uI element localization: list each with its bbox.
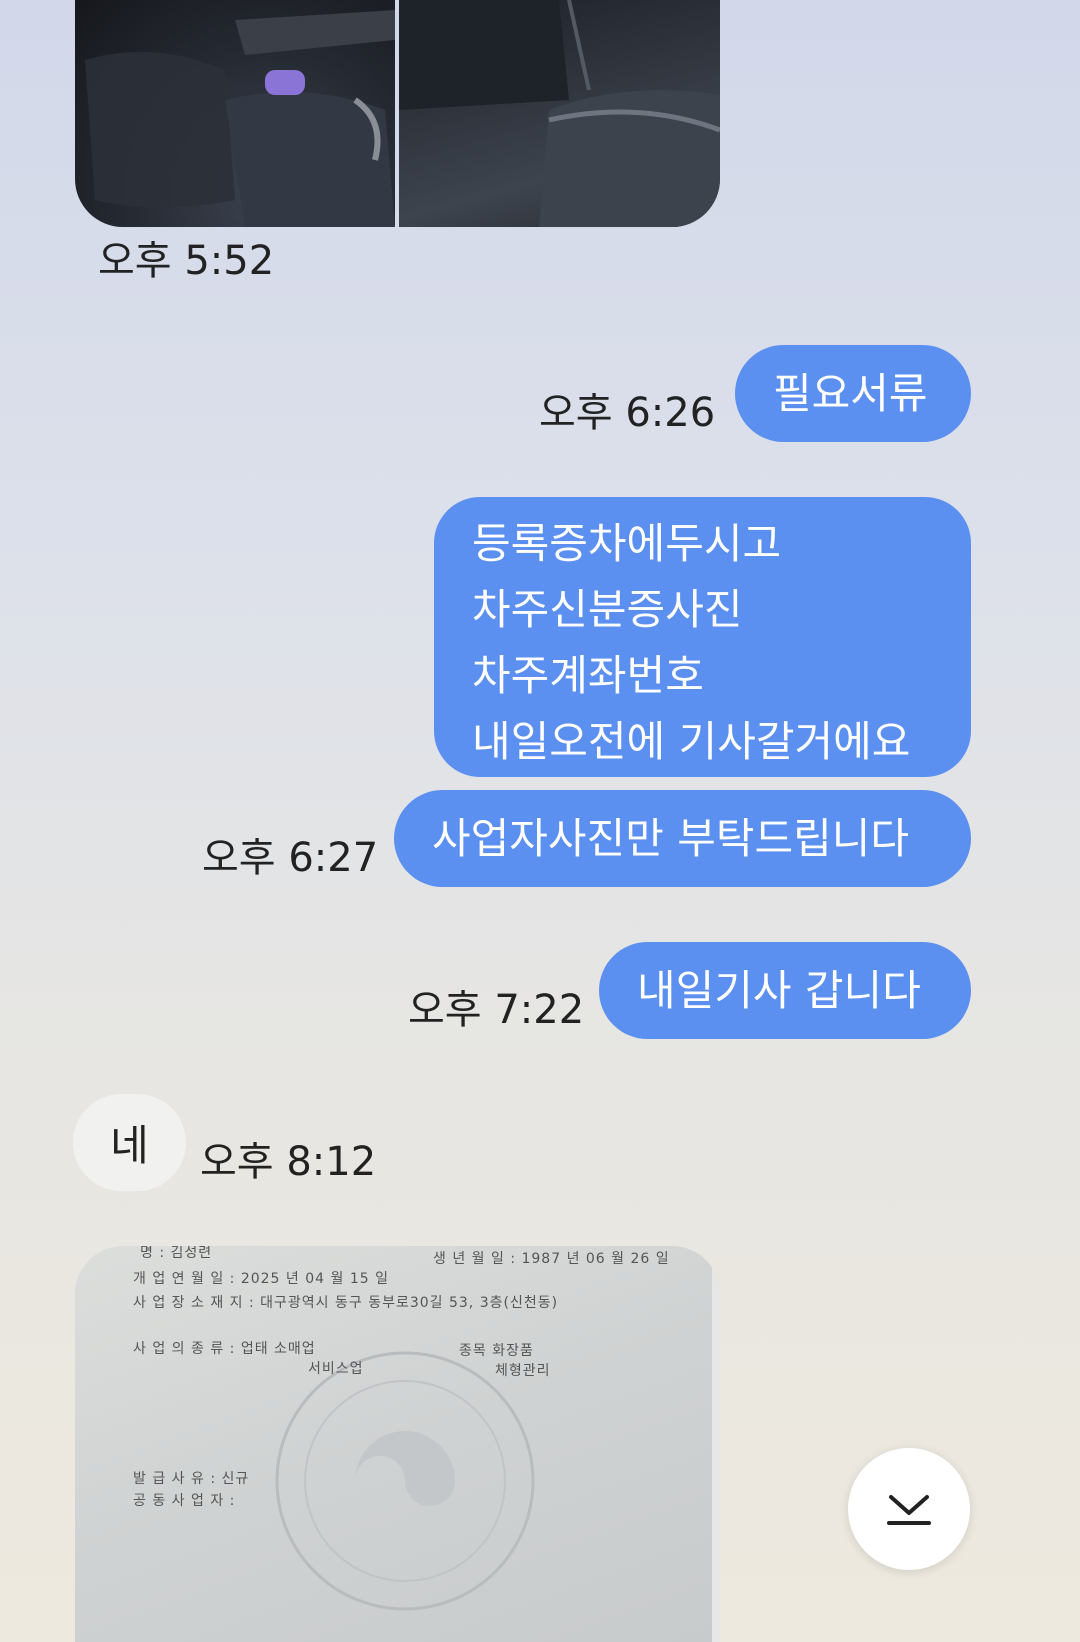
- timestamp: 오후 5:52: [98, 238, 275, 284]
- outgoing-message-bubble[interactable]: 필요서류: [735, 345, 971, 442]
- message-line: 차주계좌번호: [472, 651, 704, 700]
- message-line: 등록증차에두시고: [472, 519, 782, 568]
- outgoing-message-bubble[interactable]: 내일기사 갑니다: [599, 942, 971, 1039]
- document-edge: [712, 1246, 720, 1642]
- document-text: 생 년 월 일 : 1987 년 06 월 26 일: [433, 1251, 670, 1267]
- document-text: 발 급 사 유 : 신규: [133, 1471, 250, 1487]
- chevron-down-icon: [887, 1495, 931, 1525]
- message-line: 차주신분증사진: [472, 585, 743, 634]
- photo-car-seat-2[interactable]: [399, 0, 720, 227]
- photo-business-registration[interactable]: 명 : 김성련 생 년 월 일 : 1987 년 06 월 26 일 개 업 연…: [75, 1246, 720, 1642]
- timestamp: 오후 7:22: [408, 987, 585, 1033]
- document-text: 공 동 사 업 자 :: [133, 1493, 236, 1509]
- car-seat-image-2: [399, 0, 720, 227]
- document-text: 사 업 장 소 재 지 : 대구광역시 동구 동부로30길 53, 3층(신천동…: [133, 1295, 559, 1311]
- message-line: 내일오전에 기사갈거에요: [472, 717, 911, 766]
- outgoing-message-bubble[interactable]: 사업자사진만 부탁드립니다: [394, 790, 971, 887]
- timestamp: 오후 8:12: [200, 1139, 377, 1185]
- timestamp: 오후 6:27: [202, 835, 379, 881]
- photo-car-seat-1[interactable]: [75, 0, 395, 227]
- scroll-to-bottom-button[interactable]: [848, 1448, 970, 1570]
- document-text: 종목 화장품: [459, 1343, 534, 1359]
- timestamp: 오후 6:26: [539, 390, 716, 436]
- document-text: 사 업 의 종 류 : 업태 소매업: [133, 1341, 316, 1357]
- tax-service-seal-icon: [275, 1351, 535, 1611]
- document-text: 체형관리: [495, 1363, 551, 1379]
- incoming-message-bubble[interactable]: 네: [73, 1094, 186, 1191]
- outgoing-message-bubble[interactable]: 등록증차에두시고 차주신분증사진 차주계좌번호 내일오전에 기사갈거에요: [434, 497, 971, 777]
- document-text: 개 업 연 월 일 : 2025 년 04 월 15 일: [133, 1271, 389, 1287]
- document-text: 서비스업: [308, 1361, 364, 1377]
- document-text: 명 : 김성련: [140, 1246, 213, 1261]
- car-seat-image-1: [85, 10, 395, 227]
